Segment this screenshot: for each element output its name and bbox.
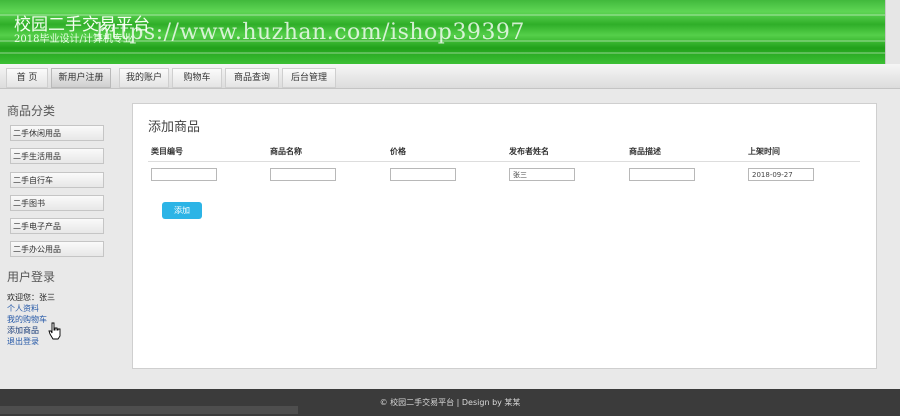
column-header: 类目编号 [151, 147, 183, 156]
link-add-product[interactable]: 添加商品 [7, 325, 39, 336]
listing-date-input[interactable]: 2018-09-27 [748, 168, 814, 181]
column-header: 商品名称 [270, 147, 302, 156]
window-edge [885, 0, 900, 64]
header-stripe [0, 52, 900, 54]
categories-heading: 商品分类 [7, 104, 56, 118]
watermark-text: https://www.huzhan.com/ishop39397 [96, 20, 525, 45]
category-item[interactable]: 二手图书 [10, 195, 104, 211]
sidebar: 商品分类 二手休闲用品 二手生活用品 二手自行车 二手图书 二手电子产品 二手办… [0, 90, 124, 386]
link-my-cart[interactable]: 我的购物车 [7, 314, 47, 325]
column-header: 商品描述 [629, 147, 661, 156]
price-input[interactable] [390, 168, 456, 181]
column-header: 发布者姓名 [509, 147, 549, 156]
description-input[interactable] [629, 168, 695, 181]
nav-my-account[interactable]: 我的账户 [119, 68, 169, 88]
main-nav: 首 页 新用户注册 我的账户 购物车 商品查询 后台管理 [0, 64, 900, 89]
category-id-input[interactable] [151, 168, 217, 181]
page-title: 添加商品 [148, 120, 201, 135]
welcome-text: 欢迎您：张三 [7, 293, 55, 302]
publisher-name-input[interactable]: 张三 [509, 168, 575, 181]
nav-cart[interactable]: 购物车 [172, 68, 222, 88]
category-item[interactable]: 二手生活用品 [10, 148, 104, 164]
horizontal-scrollbar[interactable] [0, 406, 298, 414]
column-header: 价格 [390, 147, 406, 156]
link-profile[interactable]: 个人资料 [7, 303, 39, 314]
login-heading: 用户登录 [7, 270, 56, 284]
hand-cursor-icon [48, 322, 61, 340]
header-divider [148, 161, 860, 162]
category-item[interactable]: 二手电子产品 [10, 218, 104, 234]
category-item[interactable]: 二手休闲用品 [10, 125, 104, 141]
nav-home[interactable]: 首 页 [6, 68, 48, 88]
link-logout[interactable]: 退出登录 [7, 336, 39, 347]
add-button[interactable]: 添加 [162, 202, 202, 219]
category-item[interactable]: 二手自行车 [10, 172, 104, 188]
nav-admin[interactable]: 后台管理 [282, 68, 336, 88]
nav-register[interactable]: 新用户注册 [51, 68, 111, 88]
add-product-panel: 添加商品 类目编号 商品名称 价格 发布者姓名 商品描述 上架时间 张三 201… [132, 103, 877, 369]
column-header: 上架时间 [748, 147, 780, 156]
product-name-input[interactable] [270, 168, 336, 181]
site-header: 校园二手交易平台 2018毕业设计/计算机专业 https://www.huzh… [0, 0, 900, 64]
nav-search[interactable]: 商品查询 [225, 68, 279, 88]
category-item[interactable]: 二手办公用品 [10, 241, 104, 257]
